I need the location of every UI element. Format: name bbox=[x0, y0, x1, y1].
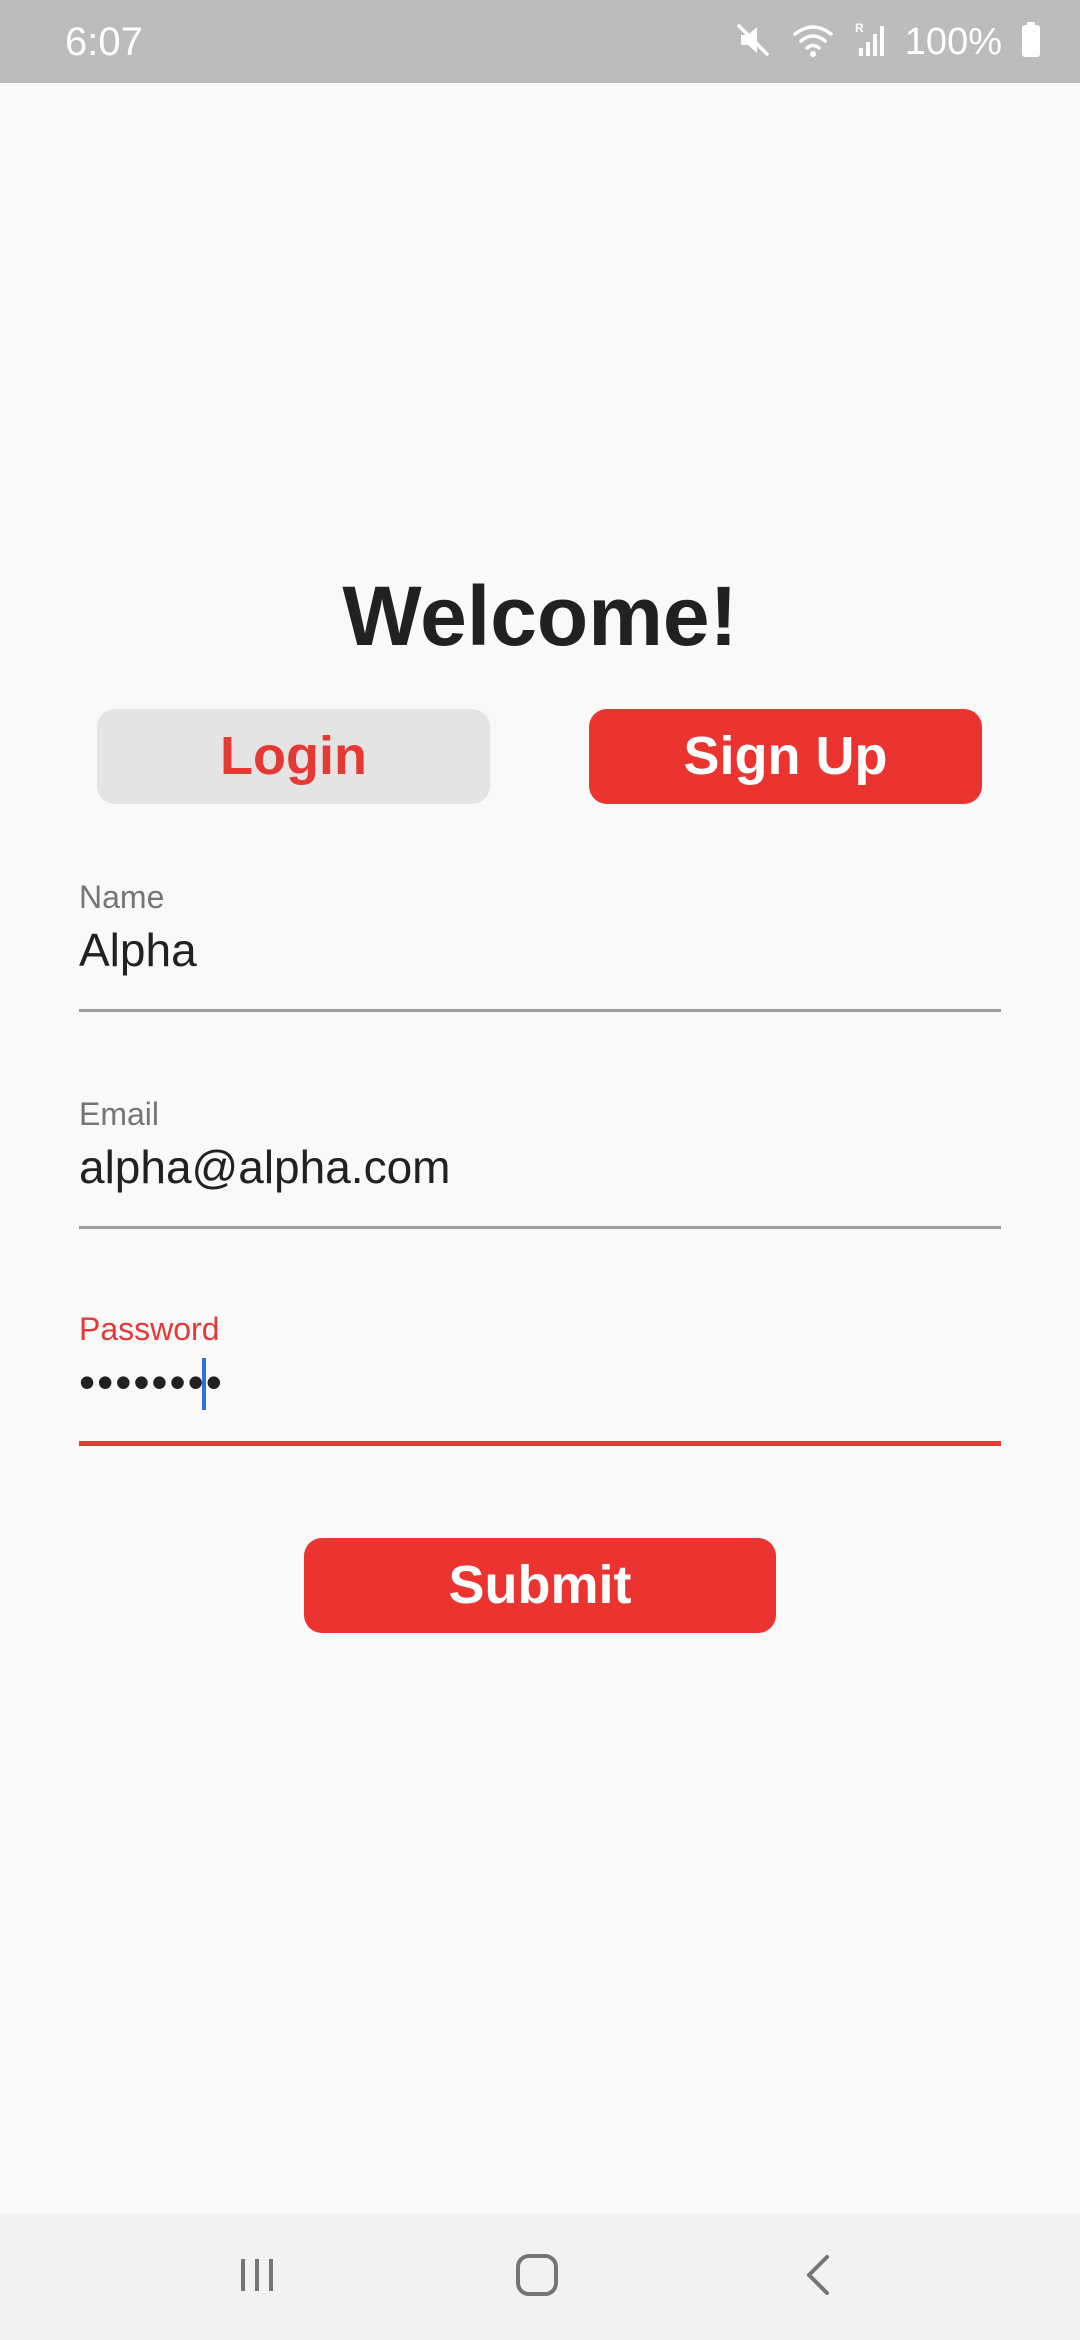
home-button[interactable] bbox=[492, 2244, 582, 2310]
signal-icon: R bbox=[853, 20, 887, 65]
mute-icon bbox=[733, 20, 773, 65]
back-button[interactable] bbox=[774, 2244, 864, 2310]
email-field-label: Email bbox=[79, 1096, 160, 1132]
name-field-value[interactable]: Alpha bbox=[79, 922, 197, 978]
email-field[interactable]: Email alpha@alpha.com bbox=[79, 1095, 1001, 1229]
recent-apps-button[interactable] bbox=[212, 2244, 302, 2310]
tab-sign-up[interactable]: Sign Up bbox=[589, 709, 982, 804]
svg-text:R: R bbox=[855, 21, 864, 35]
status-time: 6:07 bbox=[65, 20, 143, 64]
battery-percentage: 100% bbox=[904, 21, 1002, 63]
email-field-value[interactable]: alpha@alpha.com bbox=[79, 1139, 450, 1195]
recent-apps-icon bbox=[235, 2253, 279, 2302]
password-field-underline bbox=[79, 1441, 1001, 1446]
password-field[interactable]: Password •••••••• bbox=[79, 1310, 1001, 1446]
tab-login[interactable]: Login bbox=[97, 709, 490, 804]
name-field-label: Name bbox=[79, 879, 165, 915]
password-field-label: Password bbox=[79, 1311, 220, 1347]
name-field[interactable]: Name Alpha bbox=[79, 878, 1001, 1012]
text-cursor bbox=[202, 1358, 206, 1410]
status-bar: 6:07 R 100% bbox=[0, 0, 1080, 83]
home-icon bbox=[513, 2251, 561, 2304]
back-icon bbox=[797, 2251, 841, 2304]
email-field-underline bbox=[79, 1226, 1001, 1229]
wifi-icon bbox=[791, 20, 835, 65]
battery-icon bbox=[1020, 20, 1042, 65]
status-icons: R 100% bbox=[733, 18, 1042, 66]
name-field-underline bbox=[79, 1009, 1001, 1012]
page-title: Welcome! bbox=[342, 569, 738, 663]
submit-button[interactable]: Submit bbox=[304, 1538, 776, 1633]
navigation-bar bbox=[0, 2214, 1080, 2340]
